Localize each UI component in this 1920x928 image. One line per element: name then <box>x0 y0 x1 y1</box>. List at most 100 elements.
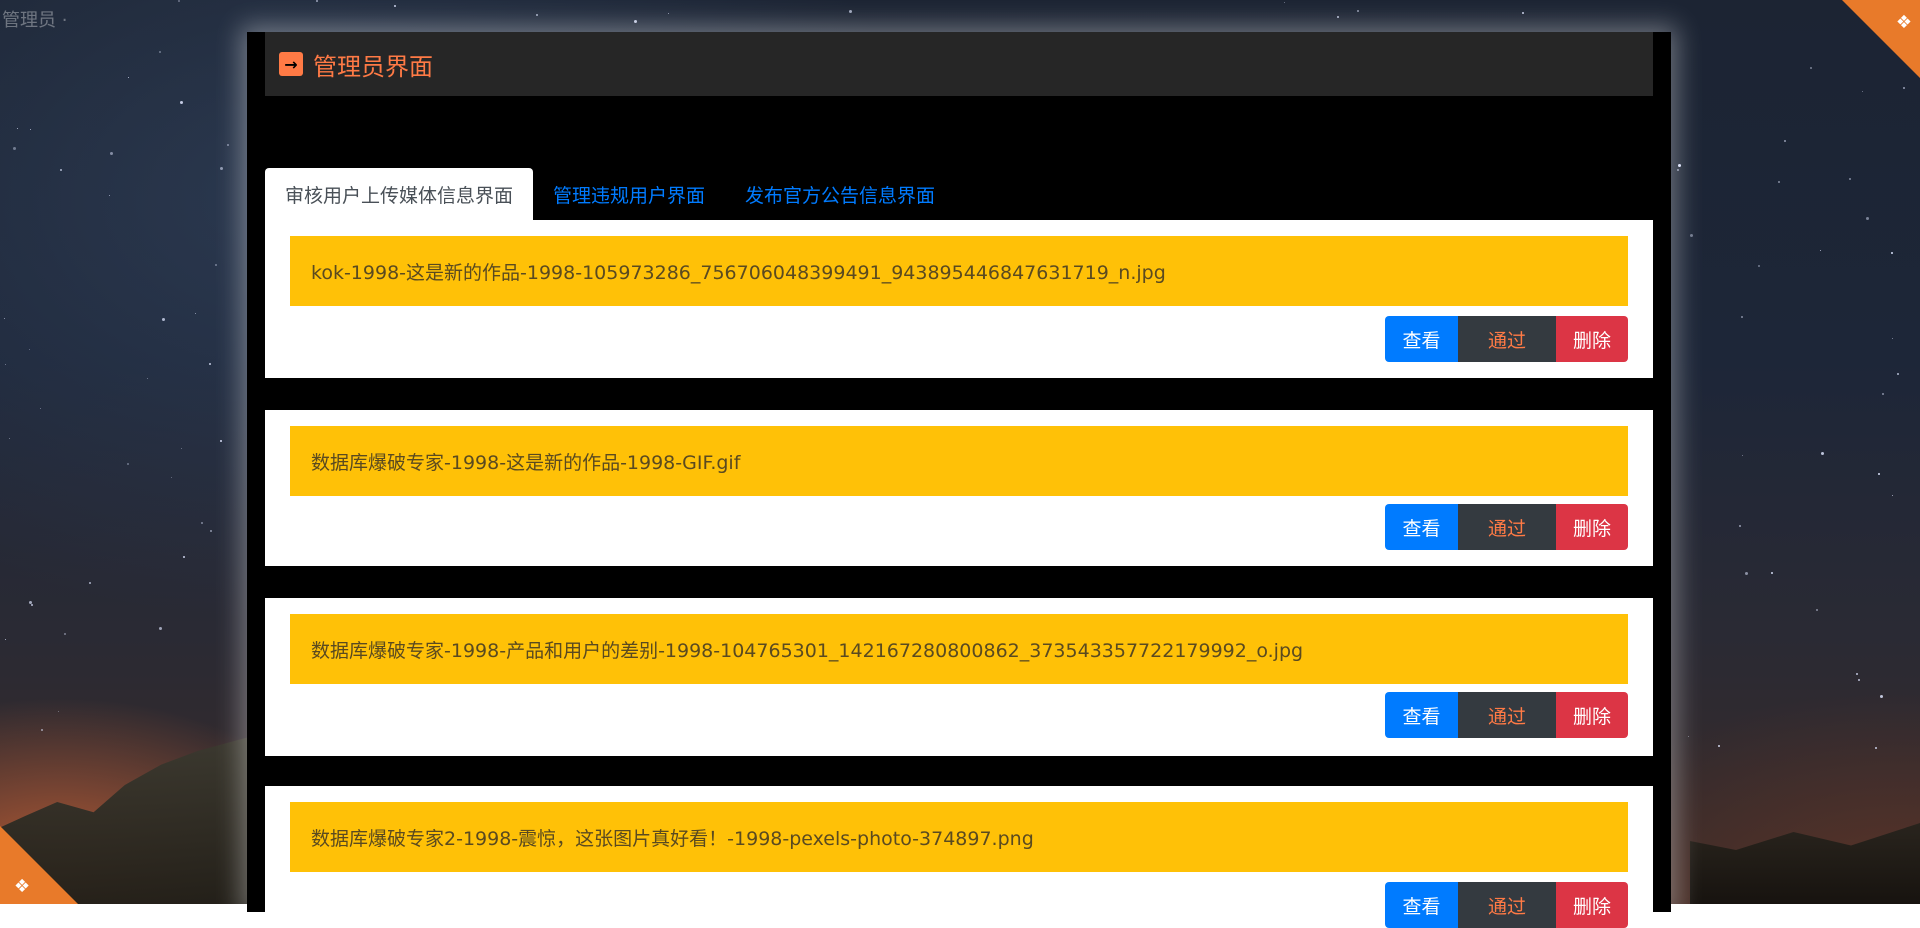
approve-button[interactable]: 通过 <box>1458 504 1556 550</box>
star <box>147 378 148 379</box>
star <box>849 10 852 13</box>
star <box>58 711 59 712</box>
star <box>1357 10 1359 12</box>
star <box>1892 495 1893 496</box>
star <box>1820 250 1821 251</box>
star <box>1849 178 1851 180</box>
tab-publish-announcement[interactable]: 发布官方公告信息界面 <box>725 168 955 220</box>
star <box>40 408 41 409</box>
delete-button[interactable]: 删除 <box>1556 692 1628 738</box>
arrow-right-icon: → <box>279 52 303 76</box>
star <box>394 5 396 7</box>
view-button[interactable]: 查看 <box>1385 504 1458 550</box>
media-item-actions: 查看 通过 删除 <box>1385 504 1628 550</box>
media-item-title: kok-1998-这是新的作品-1998-105973286_756706048… <box>290 236 1628 306</box>
delete-button[interactable]: 删除 <box>1556 882 1628 928</box>
media-item-card: 数据库爆破专家-1998-这是新的作品-1998-GIF.gif 查看 通过 删… <box>265 410 1653 566</box>
star <box>1880 695 1883 698</box>
star <box>29 349 30 350</box>
star <box>178 0 180 2</box>
star <box>1690 234 1693 237</box>
media-item-actions: 查看 通过 删除 <box>1385 882 1628 928</box>
star <box>215 264 217 266</box>
star <box>1522 12 1524 14</box>
star <box>1742 455 1743 456</box>
star <box>17 128 18 129</box>
star <box>159 627 162 630</box>
star <box>30 129 31 130</box>
star <box>1856 673 1858 675</box>
media-item-card: 数据库爆破专家-1998-产品和用户的差别-1998-104765301_142… <box>265 598 1653 756</box>
media-item-actions: 查看 通过 删除 <box>1385 692 1628 738</box>
star <box>1758 265 1760 267</box>
star <box>227 144 229 146</box>
star <box>1810 67 1812 69</box>
star <box>536 14 538 16</box>
star <box>64 633 66 635</box>
delete-button[interactable]: 删除 <box>1556 504 1628 550</box>
star <box>210 530 212 532</box>
grid-icon: ❖ <box>14 876 31 897</box>
star <box>5 639 6 640</box>
tab-manage-violators[interactable]: 管理违规用户界面 <box>533 168 725 220</box>
star <box>201 522 203 524</box>
view-button[interactable]: 查看 <box>1385 882 1458 928</box>
star <box>1741 316 1743 318</box>
approve-button[interactable]: 通过 <box>1458 882 1556 928</box>
star <box>220 167 223 170</box>
star <box>634 20 637 23</box>
view-button[interactable]: 查看 <box>1385 692 1458 738</box>
star <box>1903 87 1905 89</box>
view-button[interactable]: 查看 <box>1385 316 1458 362</box>
corner-decoration-top-right[interactable]: ❖ <box>1842 0 1920 78</box>
tab-bar: 审核用户上传媒体信息界面 管理违规用户界面 发布官方公告信息界面 <box>265 168 1653 220</box>
star <box>1784 140 1786 142</box>
star <box>180 101 183 104</box>
star <box>159 51 161 53</box>
star <box>4 318 5 319</box>
star <box>162 318 165 321</box>
star <box>29 601 32 604</box>
star <box>1678 164 1681 167</box>
star <box>110 152 113 155</box>
approve-button[interactable]: 通过 <box>1458 316 1556 362</box>
star <box>1739 525 1741 527</box>
star <box>31 604 33 606</box>
star <box>181 448 182 449</box>
star <box>1891 252 1893 254</box>
star <box>1816 609 1818 611</box>
star <box>209 363 211 365</box>
star <box>1866 217 1869 220</box>
approve-button[interactable]: 通过 <box>1458 692 1556 738</box>
star <box>220 440 222 442</box>
star <box>1875 747 1877 749</box>
star <box>1897 373 1899 375</box>
star <box>1862 91 1863 92</box>
tab-review-media[interactable]: 审核用户上传媒体信息界面 <box>265 168 534 220</box>
media-item-title: 数据库爆破专家2-1998-震惊，这张图片真好看！-1998-pexels-ph… <box>290 802 1628 872</box>
star <box>1284 2 1285 3</box>
corner-label: 管理员 · <box>2 10 68 31</box>
page-title: 管理员界面 <box>313 52 433 81</box>
admin-panel: → 管理员界面 审核用户上传媒体信息界面 管理违规用户界面 发布官方公告信息界面… <box>247 32 1671 928</box>
star <box>171 477 172 478</box>
star <box>128 77 129 78</box>
media-item-title: 数据库爆破专家-1998-产品和用户的差别-1998-104765301_142… <box>290 614 1628 684</box>
star <box>1771 572 1773 574</box>
star <box>1892 338 1893 339</box>
star <box>195 313 196 314</box>
star <box>1688 736 1689 737</box>
star <box>13 147 16 150</box>
panel-header: → 管理员界面 <box>265 32 1653 96</box>
mountain-silhouette-right <box>1690 823 1920 904</box>
star <box>109 195 110 196</box>
media-item-card: 数据库爆破专家2-1998-震惊，这张图片真好看！-1998-pexels-ph… <box>265 786 1653 928</box>
delete-button[interactable]: 删除 <box>1556 316 1628 362</box>
star <box>183 556 185 558</box>
media-item-card: kok-1998-这是新的作品-1998-105973286_756706048… <box>265 220 1653 378</box>
star <box>41 729 43 731</box>
star <box>5 364 6 365</box>
star <box>1778 181 1780 183</box>
star <box>1718 745 1720 747</box>
star <box>1858 679 1860 681</box>
